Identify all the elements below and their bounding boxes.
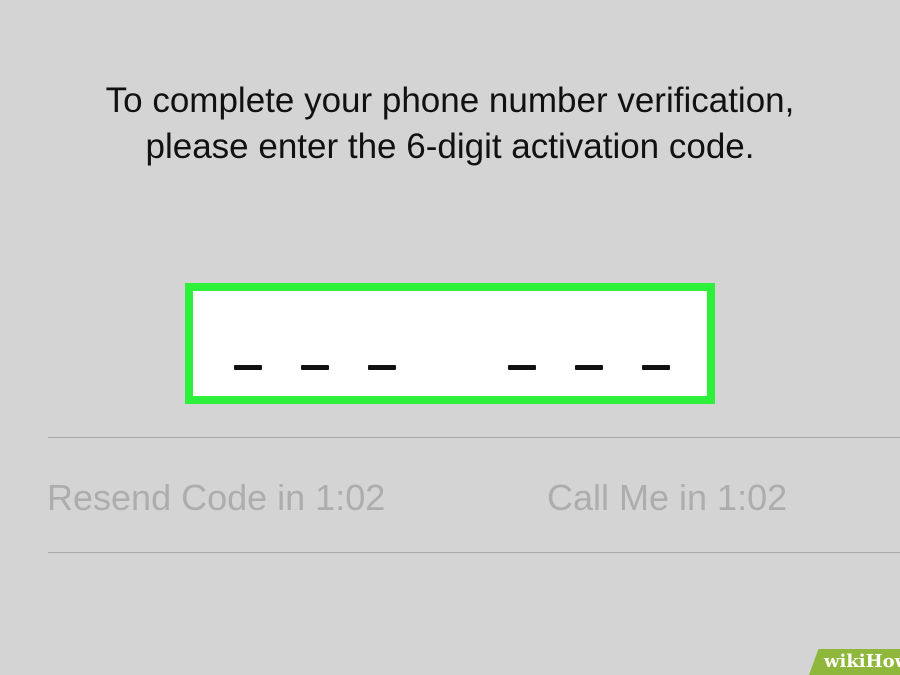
code-digit-slot-6[interactable] <box>642 365 670 370</box>
code-digit-slot-2[interactable] <box>301 365 329 370</box>
resend-code-button[interactable]: Resend Code in 1:02 <box>47 476 385 520</box>
divider-bottom <box>48 552 900 553</box>
code-digit-slot-4[interactable] <box>508 365 536 370</box>
code-digit-slot-5[interactable] <box>575 365 603 370</box>
instructions-line-2: please enter the 6-digit activation code… <box>145 127 755 166</box>
wikihow-watermark-text: wikiHow <box>824 651 900 672</box>
code-digit-slot-1[interactable] <box>234 365 262 370</box>
verification-instructions: To complete your phone number verificati… <box>0 78 900 170</box>
call-me-button[interactable]: Call Me in 1:02 <box>547 476 787 520</box>
divider-top <box>48 437 900 438</box>
code-digit-slot-3[interactable] <box>368 365 396 370</box>
instructions-line-1: To complete your phone number verificati… <box>105 81 795 120</box>
activation-code-input[interactable] <box>185 283 715 404</box>
